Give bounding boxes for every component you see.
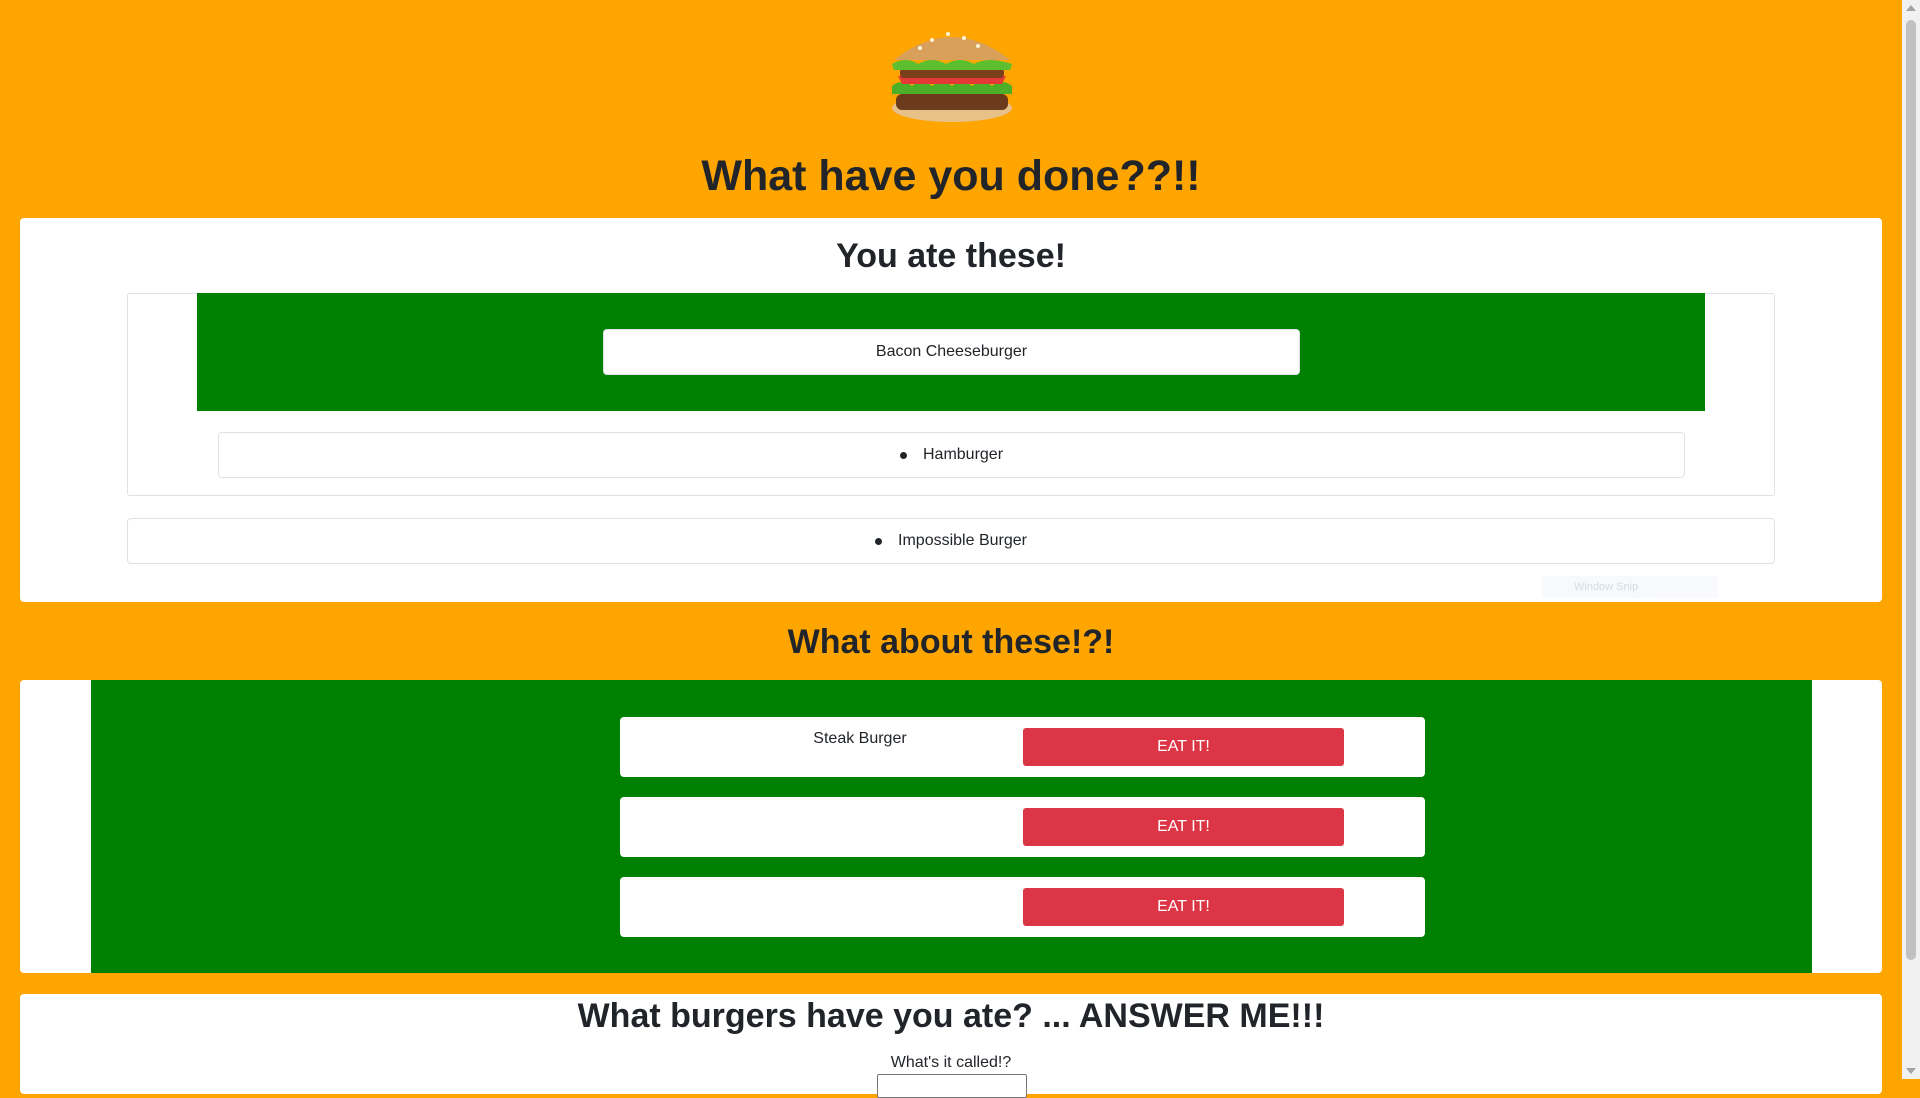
burger-name-input[interactable] — [877, 1074, 1027, 1098]
burger-name: Hamburger — [922, 446, 1004, 463]
table-row: Steak Burger EAT IT! — [620, 717, 1425, 777]
eat-it-button[interactable]: EAT IT! — [1023, 808, 1344, 846]
eaten-section-title: You ate these! — [836, 237, 1066, 275]
page: What have you done??!! You ate these! Ba… — [0, 0, 1902, 1098]
burger-name: Impossible Burger — [898, 532, 1027, 549]
list-item: Bacon Cheeseburger — [603, 329, 1300, 375]
vertical-scrollbar[interactable] — [1902, 0, 1920, 1079]
bullet-icon — [899, 451, 907, 459]
uneaten-section-title: What about these!?! — [787, 623, 1115, 661]
eaten-burgers-card: You ate these! Bacon Cheeseburger Hambur… — [20, 218, 1882, 602]
add-burger-form-card: What burgers have you ate? ... ANSWER ME… — [20, 994, 1882, 1098]
scroll-down-icon[interactable] — [1906, 1068, 1916, 1074]
table-row: EAT IT! — [620, 877, 1425, 937]
scrollbar-thumb[interactable] — [1906, 20, 1916, 960]
uneaten-burgers-card: Steak Burger EAT IT! EAT IT! EAT IT! — [20, 680, 1882, 973]
list-item: Impossible Burger — [127, 518, 1775, 564]
bullet-icon — [875, 537, 883, 545]
burger-name: Bacon Cheeseburger — [875, 343, 1028, 360]
eat-it-button[interactable]: EAT IT! — [1023, 728, 1344, 766]
uneaten-highlight-band: Steak Burger EAT IT! EAT IT! EAT IT! — [91, 680, 1812, 973]
burger-icon — [892, 32, 1012, 122]
eat-it-button[interactable]: EAT IT! — [1023, 888, 1344, 926]
burger-name: Steak Burger — [813, 730, 907, 747]
page-title: What have you done??!! — [701, 152, 1201, 200]
burger-name-label: What's it called!? — [890, 1054, 1012, 1071]
form-section-title: What burgers have you ate? ... ANSWER ME… — [577, 997, 1325, 1035]
snip-overlay-label: Window Snip — [1542, 576, 1718, 598]
list-item: Hamburger — [218, 432, 1685, 478]
scroll-up-icon[interactable] — [1906, 5, 1916, 11]
table-row: EAT IT! — [620, 797, 1425, 857]
